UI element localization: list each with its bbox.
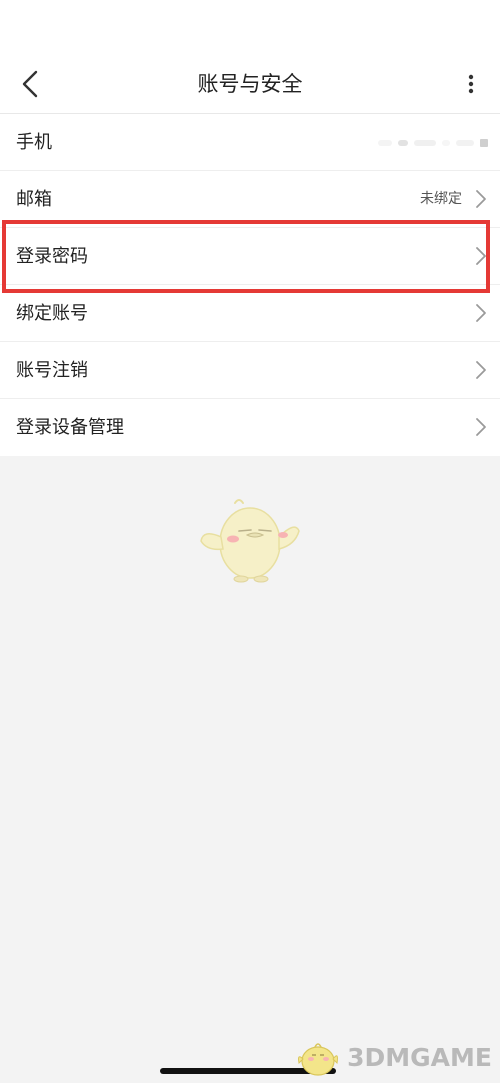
settings-item-label: 登录密码 (16, 246, 88, 267)
more-options-button[interactable] (456, 66, 486, 102)
back-button[interactable] (10, 64, 50, 104)
chevron-right-icon (476, 304, 486, 322)
settings-item-email[interactable]: 邮箱 未绑定 (0, 171, 500, 228)
chevron-right-icon (476, 418, 486, 436)
page-title: 账号与安全 (197, 72, 303, 96)
navigation-bar: 账号与安全 (0, 56, 500, 114)
watermark-text: 3DMGAME (347, 1042, 492, 1072)
settings-item-label: 绑定账号 (16, 303, 88, 324)
phone-number-obscured (368, 136, 488, 150)
more-vertical-icon (468, 74, 474, 94)
settings-item-label: 手机 (16, 132, 52, 153)
chevron-right-icon (476, 190, 486, 208)
settings-item-account-deletion[interactable]: 账号注销 (0, 342, 500, 399)
settings-list: 手机 邮箱 未绑定 登录密码 绑定账号 账号注销 登录设备管理 (0, 114, 500, 456)
email-status-value: 未绑定 (420, 191, 462, 207)
watermark: 3DMGAME (295, 1035, 492, 1079)
watermark-logo-icon (298, 1043, 339, 1076)
settings-item-login-password[interactable]: 登录密码 (0, 228, 500, 285)
settings-item-label: 邮箱 (16, 189, 52, 210)
settings-item-label: 登录设备管理 (16, 417, 124, 438)
status-bar-area (0, 0, 500, 56)
settings-item-phone[interactable]: 手机 (0, 114, 500, 171)
settings-item-bind-account[interactable]: 绑定账号 (0, 285, 500, 342)
settings-item-device-management[interactable]: 登录设备管理 (0, 399, 500, 456)
chevron-right-icon (476, 247, 486, 265)
mascot-illustration (200, 499, 300, 583)
chevron-right-icon (476, 361, 486, 379)
chevron-left-icon (22, 70, 38, 98)
settings-item-label: 账号注销 (16, 360, 88, 381)
